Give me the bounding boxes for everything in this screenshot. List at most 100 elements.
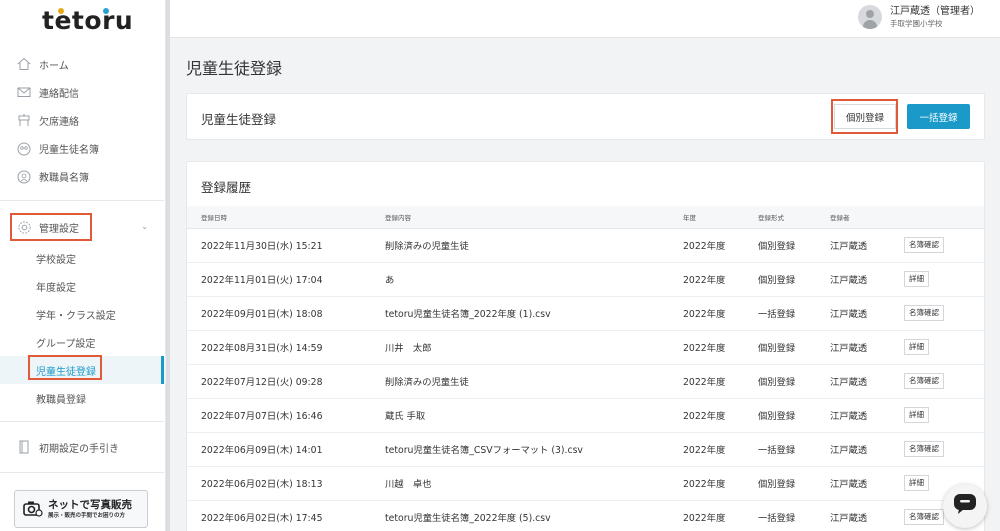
cell-registrant: 江戸蔵透 <box>830 466 904 501</box>
sidebar-item-attendance[interactable]: 欠席連絡 <box>0 106 166 134</box>
sidebar-scrollbar[interactable] <box>166 0 170 531</box>
school-name: 手取学園小学校 <box>890 18 943 28</box>
tetoru-logo[interactable]: tetoru <box>42 4 133 36</box>
table-row: 2022年06月02日(木) 17:45 tetoru児童生徒名簿_2022年度 … <box>187 500 984 531</box>
sidebar-divider <box>0 421 164 422</box>
cell-registration-type: 一括登録 <box>758 432 830 467</box>
cell-registrant: 江戸蔵透 <box>830 432 904 467</box>
cell-content: tetoru児童生徒名簿_2022年度 (1).csv <box>385 296 683 331</box>
cell-year: 2022年度 <box>683 364 758 399</box>
chevron-down-icon[interactable]: ⌄ <box>141 222 148 231</box>
cell-registrant: 江戸蔵透 <box>830 364 904 399</box>
detail-button[interactable]: 詳細 <box>904 271 929 287</box>
sidebar: tetoru ホーム 連絡配信 欠席連絡 児童生徒名簿 教職員名簿 管理設定 ⌄… <box>0 0 166 531</box>
sidebar-item-label: 学年・クラス設定 <box>36 310 116 322</box>
cell-content: 削除済みの児童生徒 <box>385 228 683 263</box>
roster-check-button[interactable]: 名簿確認 <box>904 509 944 525</box>
cell-registration-type: 個別登録 <box>758 330 830 365</box>
cell-registration-type: 個別登録 <box>758 466 830 501</box>
cell-datetime: 2022年07月12日(火) 09:28 <box>187 364 385 399</box>
roster-check-button[interactable]: 名簿確認 <box>904 441 944 457</box>
cell-datetime: 2022年11月30日(水) 15:21 <box>187 228 385 263</box>
cell-action: 詳細 <box>904 398 984 433</box>
detail-button[interactable]: 詳細 <box>904 475 929 491</box>
user-menu[interactable]: 江戸蔵透（管理者） 手取学園小学校 <box>858 5 980 29</box>
cell-year: 2022年度 <box>683 228 758 263</box>
sidebar-item-setup-guide[interactable]: 初期設定の手引き <box>0 433 166 461</box>
chat-icon <box>953 493 977 519</box>
highlight-individual-register <box>831 99 898 134</box>
book-icon <box>16 439 32 455</box>
sidebar-item-staff[interactable]: 教職員名簿 <box>0 163 166 191</box>
sidebar-item-year-settings[interactable]: 年度設定 <box>0 272 166 300</box>
sidebar-divider <box>0 200 164 201</box>
attendance-icon <box>16 112 32 128</box>
cell-registrant: 江戸蔵透 <box>830 262 904 297</box>
user-name: 江戸蔵透（管理者） <box>890 5 980 17</box>
cell-registrant: 江戸蔵透 <box>830 500 904 531</box>
roster-check-button[interactable]: 名簿確認 <box>904 237 944 253</box>
sidebar-item-staff-registration[interactable]: 教職員登録 <box>0 384 166 412</box>
detail-button[interactable]: 詳細 <box>904 339 929 355</box>
cell-action: 名簿確認 <box>904 364 984 399</box>
cell-year: 2022年度 <box>683 500 758 531</box>
cell-content: 川越 卓也 <box>385 466 683 501</box>
history-table: 登録日時 登録内容 年度 登録形式 登録者 2022年11月30日(水) 15:… <box>187 206 984 531</box>
detail-button[interactable]: 詳細 <box>904 407 929 423</box>
cell-year: 2022年度 <box>683 466 758 501</box>
chat-button[interactable] <box>943 484 987 528</box>
sidebar-item-home[interactable]: ホーム <box>0 50 166 78</box>
cell-content: tetoru児童生徒名簿_CSVフォーマット (3).csv <box>385 432 683 467</box>
logo-dot-blue <box>103 8 109 14</box>
cell-registrant: 江戸蔵透 <box>830 296 904 331</box>
home-icon <box>16 56 32 72</box>
cell-datetime: 2022年07月07日(木) 16:46 <box>187 398 385 433</box>
cell-content: あ <box>385 262 683 297</box>
cell-registration-type: 一括登録 <box>758 296 830 331</box>
cell-action: 詳細 <box>904 330 984 365</box>
cell-action: 詳細 <box>904 262 984 297</box>
sidebar-item-class-settings[interactable]: 学年・クラス設定 <box>0 300 166 328</box>
sidebar-item-label: ホーム <box>39 60 69 72</box>
cell-action: 名簿確認 <box>904 296 984 331</box>
table-header-row: 登録日時 登録内容 年度 登録形式 登録者 <box>187 206 984 229</box>
table-row: 2022年07月12日(火) 09:28 削除済みの児童生徒 2022年度 個別登録江… <box>187 364 984 399</box>
cell-registration-type: 個別登録 <box>758 228 830 263</box>
camera-icon <box>23 499 43 519</box>
avatar <box>858 5 882 29</box>
cell-registration-type: 一括登録 <box>758 500 830 531</box>
student-list-icon <box>16 141 32 157</box>
cell-registration-type: 個別登録 <box>758 364 830 399</box>
registration-card-title: 児童生徒登録 <box>201 112 277 127</box>
cell-datetime: 2022年06月02日(木) 17:45 <box>187 500 385 531</box>
sidebar-item-label: 学校設定 <box>36 254 76 266</box>
roster-check-button[interactable]: 名簿確認 <box>904 373 944 389</box>
cell-registrant: 江戸蔵透 <box>830 330 904 365</box>
sidebar-item-students[interactable]: 児童生徒名簿 <box>0 135 166 163</box>
sidebar-item-group-settings[interactable]: グループ設定 <box>0 328 166 356</box>
cell-action: 名簿確認 <box>904 228 984 263</box>
bulk-register-button[interactable]: 一括登録 <box>907 104 970 129</box>
main-nav: ホーム 連絡配信 欠席連絡 児童生徒名簿 教職員名簿 <box>0 50 166 191</box>
sidebar-item-mail[interactable]: 連絡配信 <box>0 78 166 106</box>
column-header: 登録形式 <box>758 206 830 229</box>
photo-sales-banner[interactable]: ネットで写真販売 展示・販売の手間でお困りの方 <box>14 490 148 528</box>
cell-datetime: 2022年11月01日(火) 17:04 <box>187 262 385 297</box>
roster-check-button[interactable]: 名簿確認 <box>904 305 944 321</box>
table-row: 2022年08月31日(水) 14:59 川井 太郎 2022年度 個別登録 江戸蔵透詳… <box>187 330 984 365</box>
cell-registration-type: 個別登録 <box>758 262 830 297</box>
column-header: 登録内容 <box>385 206 683 229</box>
sidebar-item-school-settings[interactable]: 学校設定 <box>0 244 166 272</box>
column-header: 登録日時 <box>187 206 385 229</box>
cell-content: 削除済みの児童生徒 <box>385 364 683 399</box>
sidebar-item-label: 初期設定の手引き <box>39 443 119 455</box>
cell-year: 2022年度 <box>683 330 758 365</box>
cell-content: tetoru児童生徒名簿_2022年度 (5).csv <box>385 500 683 531</box>
sidebar-item-label: グループ設定 <box>36 338 96 350</box>
sidebar-item-label: 児童生徒名簿 <box>39 145 99 157</box>
header-bar: 江戸蔵透（管理者） 手取学園小学校 <box>170 0 1000 38</box>
staff-list-icon <box>16 169 32 185</box>
cell-datetime: 2022年06月09日(木) 14:01 <box>187 432 385 467</box>
page-title: 児童生徒登録 <box>186 59 283 78</box>
logo-text: tetoru <box>42 5 134 35</box>
